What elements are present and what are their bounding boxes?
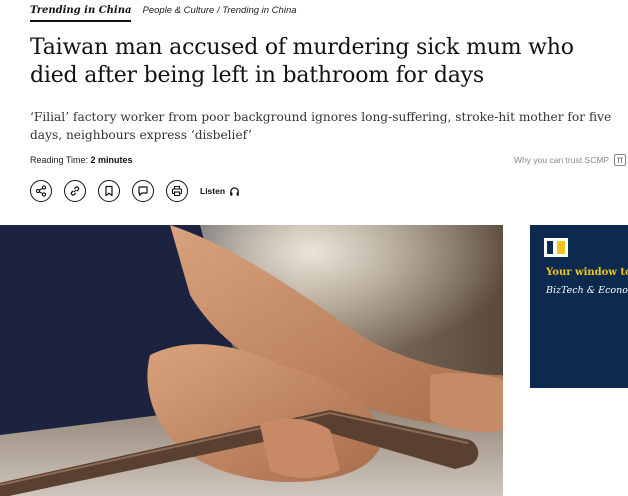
advertisement[interactable]: Your window to BizTech & Econo: [530, 225, 628, 388]
share-button[interactable]: [30, 180, 52, 202]
ad-headline: Your window to: [546, 267, 628, 278]
trust-link-label[interactable]: Why you can trust SCMP: [514, 155, 609, 165]
article-headline: Taiwan man accused of murdering sick mum…: [30, 35, 574, 88]
top-nav: Trending in China People & Culture / Tre…: [30, 0, 297, 22]
bookmark-button[interactable]: [98, 180, 120, 202]
comment-button[interactable]: [132, 180, 154, 202]
print-button[interactable]: [166, 180, 188, 202]
article-subhead: ‘Filial’ factory worker from poor backgr…: [30, 110, 612, 142]
share-icon: [35, 185, 47, 197]
listen-button[interactable]: Listen: [200, 186, 240, 197]
reading-time-value: 2 minutes: [90, 155, 133, 165]
article-actions: Listen: [30, 180, 240, 202]
comment-icon: [138, 186, 148, 196]
photo-illustration: [0, 225, 503, 496]
link-icon: [70, 186, 80, 196]
ad-logo: [544, 238, 568, 257]
ad-subline: BizTech & Econo: [546, 285, 628, 296]
reading-time-label: Reading Time:: [30, 155, 89, 165]
section-tab[interactable]: Trending in China: [30, 4, 132, 22]
info-icon[interactable]: [614, 154, 626, 166]
breadcrumb[interactable]: People & Culture / Trending in China: [142, 4, 296, 22]
bookmark-icon: [105, 185, 113, 197]
trust-link[interactable]: Why you can trust SCMP: [514, 154, 626, 166]
reading-time: Reading Time: 2 minutes: [30, 155, 133, 165]
print-icon: [171, 185, 183, 197]
copy-link-button[interactable]: [64, 180, 86, 202]
article-photo: [0, 225, 503, 496]
listen-label[interactable]: Listen: [200, 186, 225, 196]
headphones-icon: [230, 186, 239, 196]
